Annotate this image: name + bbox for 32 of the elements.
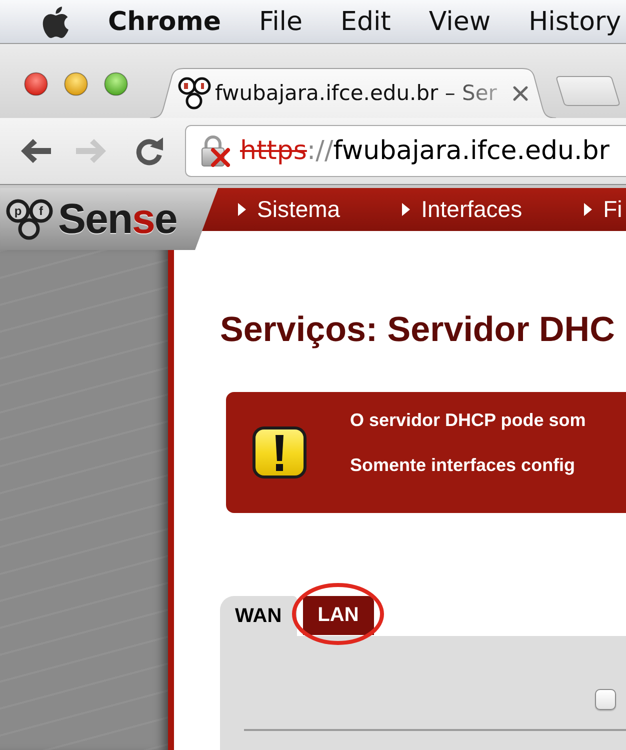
- checkbox[interactable]: [595, 689, 616, 710]
- apple-icon[interactable]: [40, 4, 70, 38]
- nav-link[interactable]: Fi: [584, 196, 622, 223]
- app-menu[interactable]: Chrome: [108, 6, 222, 36]
- caret-icon: [584, 203, 592, 216]
- alert-text: O servidor DHCP pode som: [350, 408, 586, 432]
- close-window-button[interactable]: [24, 72, 48, 96]
- menu-item[interactable]: View: [428, 6, 491, 36]
- url-text: https://fwubajara.ifce.edu.br: [240, 136, 610, 166]
- alert-text: Somente interfaces config: [350, 454, 576, 476]
- menu-item[interactable]: File: [259, 6, 303, 36]
- logo-wordmark: Sense: [58, 196, 177, 242]
- tab-close-button[interactable]: [513, 86, 528, 100]
- minimize-window-button[interactable]: [64, 72, 88, 96]
- nav-link[interactable]: Interfaces: [402, 196, 522, 223]
- caret-icon: [238, 203, 246, 216]
- warning-icon: [252, 426, 307, 479]
- favicon-icon: [178, 76, 212, 110]
- address-field[interactable]: https://fwubajara.ifce.edu.br: [185, 125, 626, 177]
- menu-item[interactable]: Edit: [340, 6, 391, 36]
- menu-item[interactable]: History: [528, 6, 622, 36]
- logo-mark: p f: [6, 197, 56, 241]
- interface-tab[interactable]: WAN: [220, 596, 297, 636]
- zoom-window-button[interactable]: [104, 72, 128, 96]
- interface-tab[interactable]: LAN: [302, 596, 374, 635]
- new-tab-button[interactable]: [556, 76, 620, 106]
- browser-tab[interactable]: fwubajara.ifce.edu.br – Ser: [150, 68, 556, 118]
- back-button[interactable]: [20, 138, 52, 164]
- caret-icon: [402, 203, 410, 216]
- page-title: Serviços: Servidor DHC: [220, 310, 616, 350]
- reload-button[interactable]: [134, 136, 164, 166]
- nav-link[interactable]: Sistema: [238, 196, 340, 223]
